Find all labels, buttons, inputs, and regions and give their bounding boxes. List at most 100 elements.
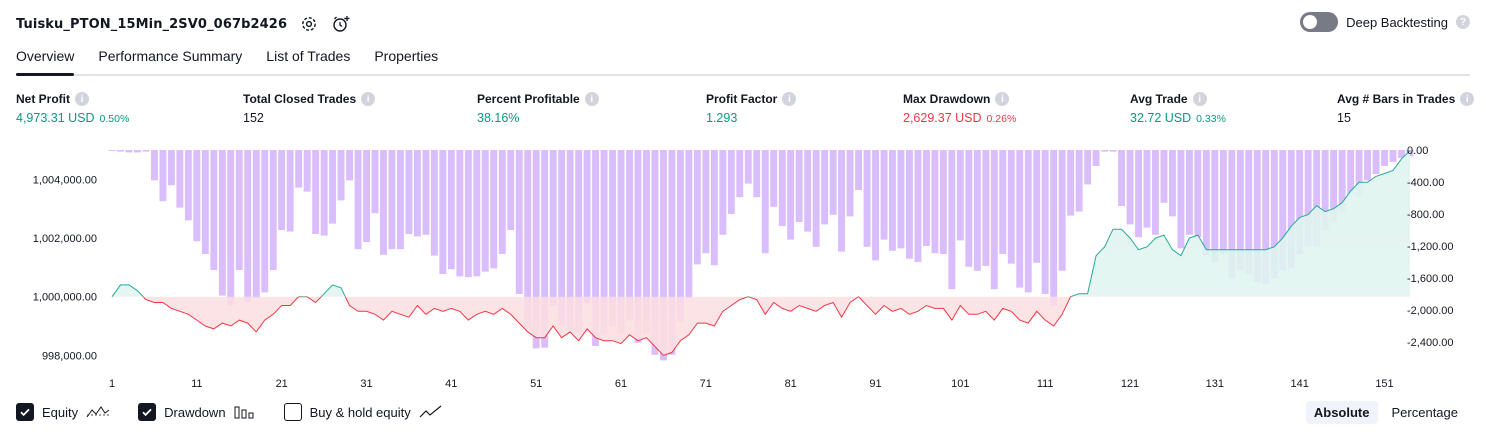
drawdown-bar [549,150,557,306]
x-axis-tick-label: 71 [700,378,712,390]
drawdown-bar [710,150,718,266]
info-icon[interactable]: i [361,92,376,106]
legend-drawdown[interactable]: Drawdown [138,403,255,421]
right-axis-tick-label: -800.00 [1407,209,1444,221]
drawdown-bar [447,150,455,270]
drawdown-bar [464,150,472,278]
drawdown-bar [515,150,523,294]
drawdown-bar [999,150,1007,254]
drawdown-bar [1211,150,1219,262]
drawdown-bar [939,150,947,254]
drawdown-bar [719,150,727,235]
drawdown-bar [329,150,336,224]
x-axis-tick-label: 51 [530,378,542,390]
equity-checkbox[interactable] [16,403,34,421]
metric-net-profit: Net Profit i 4,973.31 USD 0.50% [16,92,129,125]
alarm-clock-plus-icon[interactable] [331,14,351,34]
bars-icon [234,405,256,419]
info-icon[interactable]: i [782,92,797,106]
drawdown-bar [990,150,998,290]
drawdown-bar [855,150,862,190]
metric-value: 2,629.37 USD [903,111,982,125]
drawdown-bar [227,150,235,306]
drawdown-bar [363,150,370,242]
info-icon[interactable]: i [1460,92,1475,106]
drawdown-bar [1050,150,1058,306]
percentage-button[interactable]: Percentage [1384,401,1467,424]
tab-list-of-trades[interactable]: List of Trades [266,42,350,74]
deep-backtesting: Deep Backtesting ? [1300,12,1470,32]
drawdown-bar [371,150,379,214]
right-axis-tick-label: -1,200.00 [1407,241,1453,253]
metric-label: Net Profit [16,92,70,106]
info-icon[interactable]: i [995,92,1010,106]
drawdown-bar [1007,150,1015,264]
drawdown-bar [1169,150,1176,217]
drawdown-bar [159,150,167,202]
absolute-button[interactable]: Absolute [1305,401,1378,424]
drawdown-bar [303,150,311,192]
drawdown-bar [693,150,701,265]
legend-equity[interactable]: Equity [16,403,110,421]
drawdown-bar [948,150,956,290]
drawdown-bar [405,150,413,234]
drawdown-bar [1372,150,1380,174]
drawdown-bar [787,150,795,240]
drawdown-bar [863,150,871,247]
drawdown-bar [1041,150,1049,294]
drawdown-bar [312,150,320,234]
chart-legend: Equity Drawdown Buy & hold equity [16,403,471,421]
drawdown-bar [1024,150,1032,293]
right-axis-tick-label: 0.00 [1407,145,1428,157]
right-axis-tick-label: -2,000.00 [1407,305,1453,317]
drawdown-bar [235,150,243,270]
x-axis-tick-label: 121 [1121,378,1139,390]
drawdown-bar [422,150,430,235]
right-axis-tick-label: -1,600.00 [1407,273,1453,285]
drawdown-bar [278,150,286,230]
metric-percent: 0.26% [986,113,1017,125]
drawdown-bar [1135,150,1142,238]
drawdown-bar [770,150,778,207]
drawdown-bar [880,150,888,240]
drawdown-bar [439,150,447,274]
drawdown-bar [261,150,269,293]
tab-performance-summary[interactable]: Performance Summary [98,42,242,74]
drawdown-bar [914,150,922,262]
info-icon[interactable]: i [584,92,599,106]
toggle-knob [1303,15,1318,29]
drawdown-bar [736,150,744,198]
x-axis-tick-label: 101 [951,378,969,390]
metric-label: Total Closed Trades [243,92,357,106]
equity-chart[interactable]: 1,004,000.00 1,002,000.00 1,000,000.00 998,… [0,140,1486,398]
tab-properties[interactable]: Properties [374,42,438,74]
drawdown-checkbox[interactable] [138,403,157,421]
trend-line-icon [419,405,443,419]
info-icon[interactable]: i [1192,92,1207,106]
tab-bar: Overview Performance Summary List of Tra… [16,42,1470,76]
metric-label: Avg # Bars in Trades [1337,92,1456,106]
legend-buy-hold-equity[interactable]: Buy & hold equity [283,403,443,421]
drawdown-bar [1160,150,1168,203]
question-icon[interactable]: ? [1456,15,1470,29]
tab-overview[interactable]: Overview [16,42,75,76]
left-axis-tick-label: 998,000.00 [42,350,97,362]
drawdown-bar [804,150,812,232]
drawdown-bar [753,150,761,198]
x-axis-tick-label: 91 [869,378,881,390]
drawdown-bar [685,150,693,298]
legend-buy-hold-label: Buy & hold equity [309,404,411,420]
drawdown-bar [897,150,905,249]
x-axis-tick-label: 11 [191,378,202,390]
info-icon[interactable]: i [75,92,89,106]
drawdown-bar [838,150,845,252]
drawdown-bar [1194,150,1202,238]
drawdown-bar [414,150,421,237]
deep-backtesting-label: Deep Backtesting [1346,14,1448,30]
gear-icon[interactable] [299,14,319,34]
deep-backtesting-toggle[interactable] [1300,12,1339,32]
drawdown-bar [744,150,752,184]
metric-value: 152 [243,111,264,125]
drawdown-bar [117,150,124,152]
buy-hold-checkbox[interactable] [283,403,302,421]
